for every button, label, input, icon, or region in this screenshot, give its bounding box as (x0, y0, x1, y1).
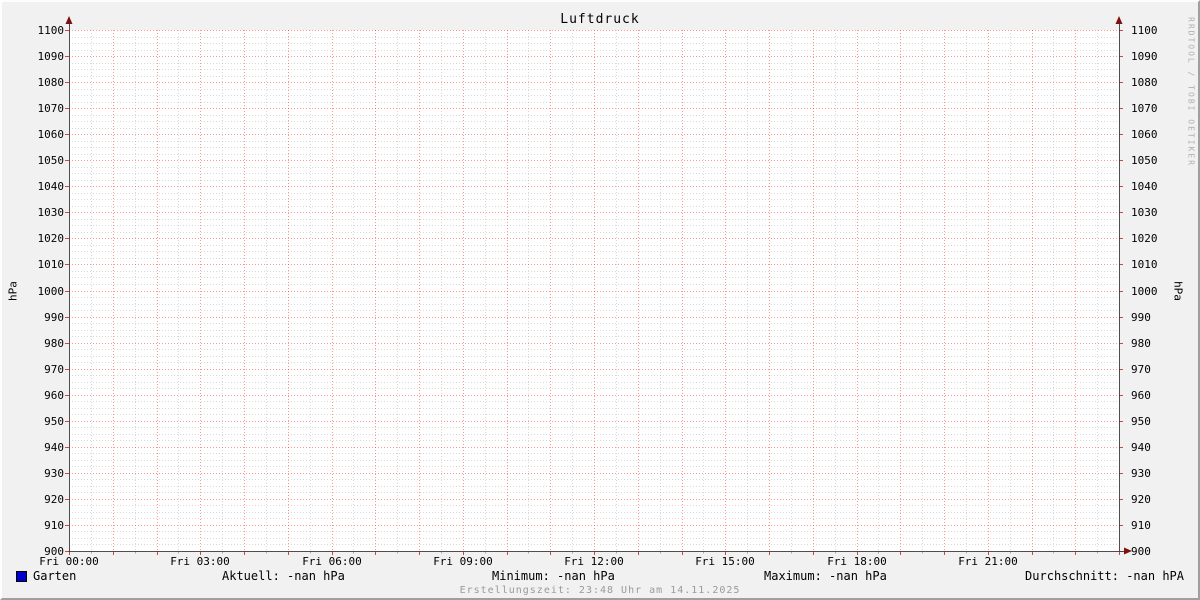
y-tick-label-left: 1080 (37, 76, 65, 89)
x-tick-label: Fri 12:00 (564, 555, 624, 568)
y-tick-label-left: 1020 (37, 232, 65, 245)
legend-row: Garten Aktuell: -nan hPa Minimum: -nan h… (2, 569, 1198, 585)
y-tick-label-right: 960 (1131, 389, 1151, 402)
y-tick-label-left: 1100 (37, 24, 65, 37)
y-tick-label-right: 930 (1131, 467, 1151, 480)
rrdtool-watermark: RRDTOOL / TOBI OETIKER (1186, 17, 1196, 167)
stat-maximum: Maximum: -nan hPa (764, 569, 887, 583)
y-tick-label-left: 930 (44, 467, 64, 480)
x-tick-label: Fri 00:00 (39, 555, 99, 568)
y-tick-label-right: 920 (1131, 493, 1151, 506)
y-tick-label-left: 920 (44, 493, 64, 506)
y-axis-unit-left: hPa (6, 281, 20, 301)
y-tick-label-left: 970 (44, 363, 64, 376)
y-tick-label-left: 1090 (37, 50, 65, 63)
y-tick-label-right: 1100 (1131, 24, 1158, 37)
y-axis-unit-right: hPa (1171, 281, 1185, 301)
y-tick-label-left: 950 (44, 415, 64, 428)
y-tick-label-left: 940 (44, 441, 64, 454)
y-tick-label-right: 950 (1131, 415, 1151, 428)
x-tick-label: Fri 15:00 (695, 555, 755, 568)
y-tick-label-left: 1060 (37, 128, 65, 141)
y-tick-label-left: 1050 (37, 154, 65, 167)
y-tick-label-right: 1030 (1131, 206, 1158, 219)
rrdtool-graph: Luftdruck 1100 1090 1080 1070 1060 1050 1040 10… (0, 0, 1200, 600)
stat-aktuell: Aktuell: -nan hPa (222, 569, 345, 583)
stat-minimum: Minimum: -nan hPa (492, 569, 615, 583)
y-tick-label-left: 1010 (37, 258, 65, 271)
y-tick-label-left: 980 (44, 337, 64, 350)
y-tick-label-right: 1040 (1131, 180, 1158, 193)
y-tick-label-right: 1010 (1131, 258, 1158, 271)
chart-plot-area (65, 16, 1132, 555)
y-tick-label-left: 960 (44, 389, 64, 402)
y-tick-label-right: 1070 (1131, 102, 1158, 115)
y-tick-label-right: 970 (1131, 363, 1151, 376)
page-title: Luftdruck (560, 12, 640, 27)
x-tick-label: Fri 09:00 (433, 555, 493, 568)
y-tick-label-right: 1080 (1131, 76, 1158, 89)
y-tick-label-right: 940 (1131, 441, 1151, 454)
y-tick-label-left: 1040 (37, 180, 65, 193)
y-tick-label-right: 980 (1131, 337, 1151, 350)
x-tick-label: Fri 06:00 (302, 555, 362, 568)
x-tick-label: Fri 03:00 (170, 555, 230, 568)
creation-timestamp: Erstellungszeit: 23:48 Uhr am 14.11.2025 (459, 585, 741, 596)
x-tick-label: Fri 18:00 (827, 555, 887, 568)
y-tick-label-left: 1030 (37, 206, 65, 219)
y-tick-label-right: 1020 (1131, 232, 1158, 245)
y-tick-label-right: 900 (1131, 545, 1151, 558)
y-tick-label-right: 1050 (1131, 154, 1158, 167)
y-tick-label-right: 990 (1131, 311, 1151, 324)
y-tick-label-left: 910 (44, 519, 64, 532)
y-tick-label-left: 990 (44, 311, 64, 324)
y-tick-label-left: 1070 (37, 102, 65, 115)
series-color-swatch (16, 571, 27, 582)
y-tick-label-right: 1060 (1131, 128, 1158, 141)
stat-durchschnitt: Durchschnitt: -nan hPA (1025, 569, 1184, 583)
y-tick-label-right: 1090 (1131, 50, 1158, 63)
y-tick-label-right: 910 (1131, 519, 1151, 532)
series-label: Garten (33, 569, 77, 583)
x-tick-label: Fri 21:00 (958, 555, 1018, 568)
